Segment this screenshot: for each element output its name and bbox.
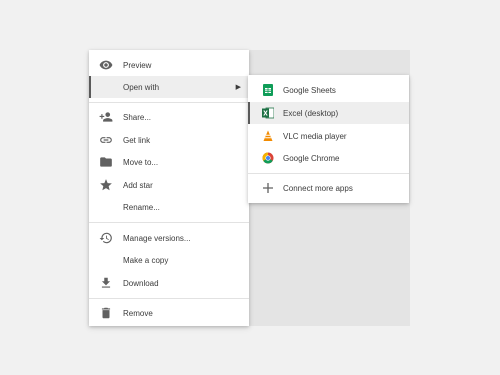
star-icon: [99, 178, 113, 192]
menu-item-share[interactable]: Share...: [89, 106, 249, 128]
menu-item-label: Download: [123, 278, 159, 288]
menu-item-open-with[interactable]: Open with ▶: [89, 76, 249, 98]
menu-divider: [89, 298, 249, 299]
chevron-right-icon: ▶: [235, 84, 241, 91]
menu-item-remove[interactable]: Remove: [89, 302, 249, 324]
menu-item-make-copy[interactable]: Make a copy: [89, 249, 249, 271]
menu-divider: [89, 222, 249, 223]
submenu-item-label: Google Chrome: [283, 153, 340, 163]
submenu-item-google-sheets[interactable]: Google Sheets: [248, 79, 409, 101]
menu-item-rename[interactable]: Rename...: [89, 196, 249, 218]
menu-item-manage-versions[interactable]: Manage versions...: [89, 227, 249, 249]
menu-item-move-to[interactable]: Move to...: [89, 151, 249, 173]
download-icon: [99, 276, 113, 290]
submenu-item-label: Excel (desktop): [283, 108, 339, 118]
menu-item-label: Manage versions...: [123, 233, 191, 243]
eye-icon: [99, 58, 113, 72]
submenu-divider: [248, 173, 409, 174]
menu-item-label: Add star: [123, 180, 153, 190]
vlc-icon: [261, 129, 275, 143]
open-with-submenu: Google Sheets Excel (desktop) VLC media …: [248, 75, 409, 203]
menu-item-label: Make a copy: [123, 255, 169, 265]
menu-item-label: Share...: [123, 112, 152, 122]
menu-item-label: Remove: [123, 308, 153, 318]
menu-item-label: Preview: [123, 60, 152, 70]
menu-item-label: Open with: [123, 82, 160, 92]
folder-icon: [99, 155, 113, 169]
add-person-icon: [99, 110, 113, 124]
menu-item-label: Get link: [123, 135, 151, 145]
submenu-item-excel[interactable]: Excel (desktop): [248, 102, 409, 124]
submenu-item-label: Google Sheets: [283, 85, 336, 95]
submenu-item-vlc[interactable]: VLC media player: [248, 125, 409, 147]
submenu-item-connect-more-apps[interactable]: Connect more apps: [248, 177, 409, 199]
submenu-item-label: VLC media player: [283, 131, 347, 141]
submenu-item-label: Connect more apps: [283, 183, 353, 193]
menu-divider: [89, 102, 249, 103]
menu-item-get-link[interactable]: Get link: [89, 129, 249, 151]
submenu-item-chrome[interactable]: Google Chrome: [248, 147, 409, 169]
trash-icon: [99, 306, 113, 320]
excel-icon: [261, 106, 275, 120]
chrome-icon: [261, 151, 275, 165]
menu-item-download[interactable]: Download: [89, 272, 249, 294]
link-icon: [99, 133, 113, 147]
context-menu: Preview Open with ▶ Share... Get link Mo…: [89, 50, 249, 326]
history-icon: [99, 231, 113, 245]
menu-item-add-star[interactable]: Add star: [89, 174, 249, 196]
plus-icon: [261, 181, 275, 195]
menu-item-label: Rename...: [123, 202, 160, 212]
google-sheets-icon: [261, 83, 275, 97]
menu-item-label: Move to...: [123, 157, 159, 167]
menu-item-preview[interactable]: Preview: [89, 54, 249, 76]
